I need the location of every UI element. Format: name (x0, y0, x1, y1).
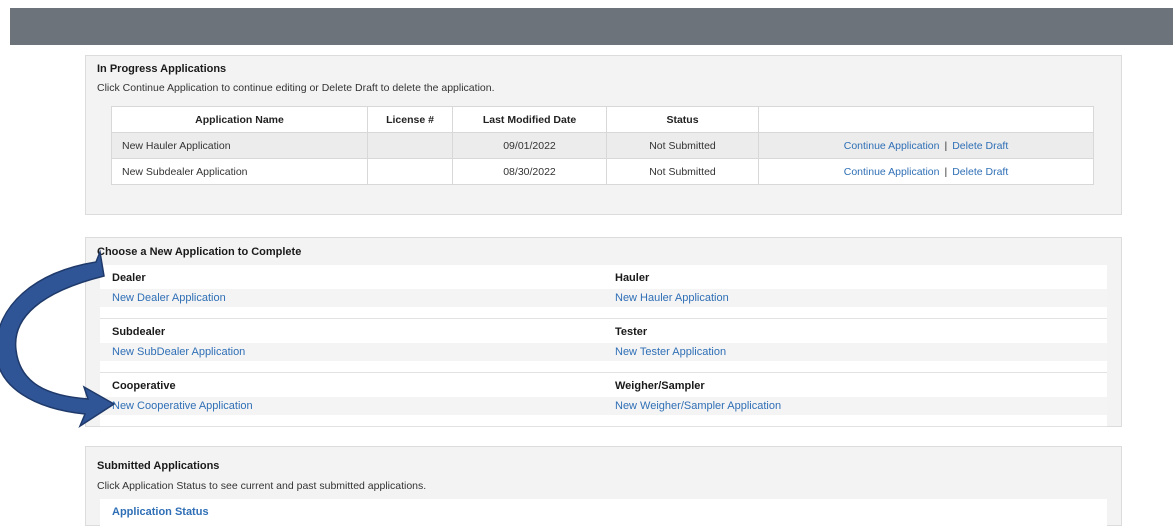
table-header-row: Application Name License # Last Modified… (111, 106, 1094, 133)
last-modified-date: 08/30/2022 (452, 158, 607, 185)
license-number (367, 132, 453, 159)
application-type-label: Tester (615, 326, 648, 338)
new-cooperative-application-link[interactable]: New Cooperative Application (112, 400, 253, 412)
application-status: Not Submitted (606, 132, 759, 159)
in-progress-description: Click Continue Application to continue e… (97, 82, 495, 94)
row-actions: Continue Application | Delete Draft (758, 132, 1094, 159)
in-progress-title: In Progress Applications (97, 63, 227, 75)
submitted-description: Click Application Status to see current … (97, 480, 427, 492)
application-status-link[interactable]: Application Status (112, 506, 209, 518)
link-row: New Weigher/Sampler Application (603, 397, 1107, 415)
application-type-weigher-sampler: Weigher/Sampler New Weigher/Sampler Appl… (603, 373, 1107, 426)
application-type-label: Dealer (112, 272, 146, 284)
application-type-cooperative: Cooperative New Cooperative Application (100, 373, 604, 426)
column-header-status: Status (606, 106, 759, 133)
application-type-grid: Dealer New Dealer Application Hauler New… (100, 265, 1107, 427)
application-type-dealer: Dealer New Dealer Application (100, 265, 604, 318)
column-header-license: License # (367, 106, 453, 133)
link-row: New Tester Application (603, 343, 1107, 361)
application-type-subdealer: Subdealer New SubDealer Application (100, 319, 604, 372)
application-type-label: Hauler (615, 272, 650, 284)
link-row: New Cooperative Application (100, 397, 604, 415)
new-hauler-application-link[interactable]: New Hauler Application (615, 292, 729, 304)
submitted-title: Submitted Applications (97, 460, 220, 472)
column-header-actions (758, 106, 1094, 133)
top-header-bar (10, 8, 1173, 45)
continue-application-link[interactable]: Continue Application (844, 166, 940, 178)
application-status: Not Submitted (606, 158, 759, 185)
action-separator: | (944, 165, 948, 178)
application-type-row: Cooperative New Cooperative Application … (100, 373, 1107, 427)
column-header-application-name: Application Name (111, 106, 368, 133)
new-dealer-application-link[interactable]: New Dealer Application (112, 292, 226, 304)
table-row: New Subdealer Application 08/30/2022 Not… (111, 158, 1094, 185)
application-type-label: Weigher/Sampler (615, 380, 705, 392)
in-progress-panel: In Progress Applications Click Continue … (85, 55, 1122, 215)
delete-draft-link[interactable]: Delete Draft (952, 166, 1008, 178)
application-type-hauler: Hauler New Hauler Application (603, 265, 1107, 318)
row-actions: Continue Application | Delete Draft (758, 158, 1094, 185)
link-row: New Hauler Application (603, 289, 1107, 307)
choose-new-title: Choose a New Application to Complete (97, 246, 302, 258)
last-modified-date: 09/01/2022 (452, 132, 607, 159)
in-progress-table: Application Name License # Last Modified… (111, 106, 1094, 185)
application-type-row: Dealer New Dealer Application Hauler New… (100, 265, 1107, 319)
continue-application-link[interactable]: Continue Application (844, 140, 940, 152)
application-type-label: Cooperative (112, 380, 176, 392)
submitted-applications-panel: Submitted Applications Click Application… (85, 446, 1122, 529)
delete-draft-link[interactable]: Delete Draft (952, 140, 1008, 152)
application-name: New Hauler Application (111, 132, 368, 159)
new-tester-application-link[interactable]: New Tester Application (615, 346, 726, 358)
license-number (367, 158, 453, 185)
action-separator: | (944, 139, 948, 152)
link-row: New SubDealer Application (100, 343, 604, 361)
new-subdealer-application-link[interactable]: New SubDealer Application (112, 346, 245, 358)
application-type-tester: Tester New Tester Application (603, 319, 1107, 372)
application-type-row: Subdealer New SubDealer Application Test… (100, 319, 1107, 373)
column-header-last-modified: Last Modified Date (452, 106, 607, 133)
choose-new-application-panel: Choose a New Application to Complete Dea… (85, 237, 1122, 427)
application-status-box: Application Status (100, 499, 1107, 529)
link-row: New Dealer Application (100, 289, 604, 307)
application-name: New Subdealer Application (111, 158, 368, 185)
new-weigher-sampler-application-link[interactable]: New Weigher/Sampler Application (615, 400, 781, 412)
table-row: New Hauler Application 09/01/2022 Not Su… (111, 132, 1094, 159)
application-type-label: Subdealer (112, 326, 166, 338)
